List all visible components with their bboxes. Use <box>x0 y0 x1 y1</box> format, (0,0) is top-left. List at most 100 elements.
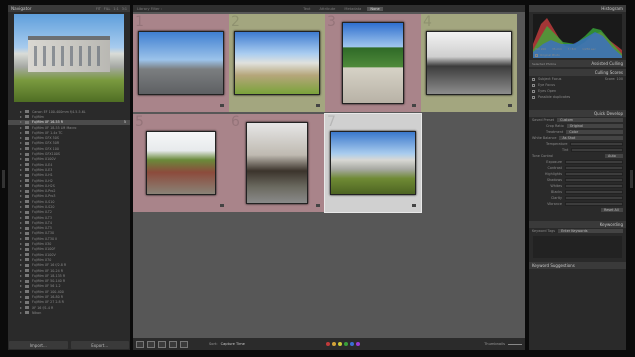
folder-item[interactable]: Fujifilm XF 100-400 <box>8 289 130 294</box>
folder-item[interactable]: Fujifilm X-S20 <box>8 204 130 209</box>
disclosure-triangle-icon[interactable] <box>20 179 22 182</box>
thumbnail-image[interactable] <box>138 31 224 95</box>
thumbnail-image[interactable] <box>342 22 404 104</box>
folder-item[interactable]: Fujifilm XF 18-135 R <box>8 273 130 278</box>
keyword-suggestions-header[interactable]: Keyword Suggestions <box>529 262 626 269</box>
right-panel-toggle[interactable] <box>630 170 633 188</box>
tone-adjust-buttons[interactable] <box>565 183 623 189</box>
tone-adjust-buttons[interactable] <box>565 177 623 183</box>
badge-icon[interactable] <box>412 104 416 107</box>
disclosure-triangle-icon[interactable] <box>20 115 22 118</box>
quick-develop-header[interactable]: Quick Develop <box>529 110 626 117</box>
disclosure-triangle-icon[interactable] <box>20 174 22 177</box>
thumbnail-cell[interactable]: 2 <box>229 14 325 112</box>
disclosure-triangle-icon[interactable] <box>20 290 22 293</box>
disclosure-triangle-icon[interactable] <box>20 147 22 150</box>
culling-scores-header[interactable]: Culling Scores <box>529 69 626 76</box>
left-panel-toggle[interactable] <box>2 170 5 188</box>
thumbnail-cell[interactable]: 7 <box>324 113 422 213</box>
disclosure-triangle-icon[interactable] <box>20 126 22 129</box>
folder-item[interactable]: Fujifilm XF 56 1.2 <box>8 284 130 289</box>
disclosure-triangle-icon[interactable] <box>20 280 22 283</box>
disclosure-triangle-icon[interactable] <box>20 216 22 219</box>
culling-score-checkbox[interactable] <box>532 95 535 99</box>
thumbnail-image[interactable] <box>246 122 308 204</box>
crop-ratio-select[interactable]: Original <box>566 123 623 129</box>
grid-view-icon[interactable] <box>136 340 144 348</box>
folder-item[interactable]: Canon EF 100-400mm f/4.5-5.6L <box>8 109 130 114</box>
sort-value[interactable]: Capture Time <box>221 342 245 346</box>
loupe-view-icon[interactable] <box>147 340 155 348</box>
filter-tab-attribute[interactable]: Attribute <box>316 7 338 11</box>
folder-item[interactable]: Fujifilm GFX 50R <box>8 141 130 146</box>
tint-buttons[interactable] <box>571 147 623 153</box>
disclosure-triangle-icon[interactable] <box>20 243 22 246</box>
keywording-header[interactable]: Keywording <box>529 221 626 228</box>
color-label-icon[interactable] <box>337 342 342 346</box>
color-label-icon[interactable] <box>331 342 336 346</box>
compare-view-icon[interactable] <box>158 340 166 348</box>
folder-item[interactable]: Fujifilm X-H1 <box>8 173 130 178</box>
folder-item[interactable]: Fujifilm GFX 50S <box>8 135 130 140</box>
tone-adjust-buttons[interactable] <box>565 201 623 207</box>
keyword-tags-input[interactable]: Enter Keywords <box>558 228 623 234</box>
disclosure-triangle-icon[interactable] <box>20 258 22 261</box>
disclosure-triangle-icon[interactable] <box>20 184 22 187</box>
disclosure-triangle-icon[interactable] <box>20 264 22 267</box>
disclosure-triangle-icon[interactable] <box>20 306 22 309</box>
folder-item[interactable]: Fujifilm X-T5 <box>8 226 130 231</box>
zoom-fit[interactable]: FIT <box>96 7 101 11</box>
badge-icon[interactable] <box>220 204 224 207</box>
disclosure-triangle-icon[interactable] <box>20 200 22 203</box>
thumbnail-cell[interactable]: 6 <box>229 114 325 212</box>
folder-item[interactable]: Fujifilm XF 16-80 R <box>8 294 130 299</box>
histogram-header[interactable]: Histogram <box>529 5 626 12</box>
navigator-header[interactable]: Navigator FIT FILL 1:1 3:1 <box>8 5 130 12</box>
folder-item[interactable]: Fujifilm X100F <box>8 247 130 252</box>
zoom-1-1[interactable]: 1:1 <box>113 7 118 11</box>
reset-all-button[interactable]: Reset All <box>601 207 623 213</box>
tone-adjust-buttons[interactable] <box>565 171 623 177</box>
folder-item[interactable]: Fujifilm XF 50-140 R <box>8 279 130 284</box>
disclosure-triangle-icon[interactable] <box>20 110 22 113</box>
folder-item[interactable]: Fujifilm X70 <box>8 257 130 262</box>
original-photo-checkbox[interactable] <box>535 53 538 57</box>
tone-adjust-buttons[interactable] <box>565 195 623 201</box>
disclosure-triangle-icon[interactable] <box>20 296 22 299</box>
disclosure-triangle-icon[interactable] <box>20 137 22 140</box>
thumbnail-image[interactable] <box>330 131 416 195</box>
tone-adjust-buttons[interactable] <box>565 165 623 171</box>
folder-item[interactable]: Fujifilm X-T2 <box>8 210 130 215</box>
folder-item[interactable]: Fujifilm GFX100S <box>8 151 130 156</box>
disclosure-triangle-icon[interactable] <box>20 153 22 156</box>
disclosure-triangle-icon[interactable] <box>20 131 22 134</box>
disclosure-triangle-icon[interactable] <box>20 121 22 124</box>
thumbnail-size-slider[interactable] <box>508 343 522 345</box>
treatment-select[interactable]: Color <box>566 129 623 135</box>
white-balance-select[interactable]: As Shot <box>559 135 623 141</box>
folder-item[interactable]: Fujifilm XF 16-55 R 5 <box>8 119 130 125</box>
disclosure-triangle-icon[interactable] <box>20 142 22 145</box>
color-label-icon[interactable] <box>325 342 330 346</box>
export-button[interactable]: Export... <box>70 341 129 349</box>
import-button[interactable]: Import... <box>9 341 68 349</box>
badge-icon[interactable] <box>316 104 320 107</box>
folder-item[interactable]: Fujifilm X30 <box>8 241 130 246</box>
people-view-icon[interactable] <box>180 340 188 348</box>
folder-item[interactable]: Fujifilm XF 10-24 R <box>8 268 130 273</box>
color-label-icon[interactable] <box>355 342 360 346</box>
filter-tab-metadata[interactable]: Metadata <box>341 7 364 11</box>
folder-item[interactable]: Fujifilm X-E3 <box>8 167 130 172</box>
thumbnail-cell[interactable]: 3 <box>325 14 421 112</box>
disclosure-triangle-icon[interactable] <box>20 248 22 251</box>
disclosure-triangle-icon[interactable] <box>20 211 22 214</box>
disclosure-triangle-icon[interactable] <box>20 301 22 304</box>
folder-item[interactable]: XF 16 f/1.4 R <box>8 305 130 310</box>
culling-score-checkbox[interactable] <box>532 83 535 87</box>
disclosure-triangle-icon[interactable] <box>20 168 22 171</box>
histogram-chart[interactable]: ISO 200 35 mm f / 8.0 1/250 sec Original… <box>533 14 622 58</box>
disclosure-triangle-icon[interactable] <box>20 232 22 235</box>
folder-item[interactable]: Fujifilm XF 18-55 LM Macro <box>8 125 130 130</box>
thumbnail-image[interactable] <box>426 31 512 95</box>
disclosure-triangle-icon[interactable] <box>20 237 22 240</box>
